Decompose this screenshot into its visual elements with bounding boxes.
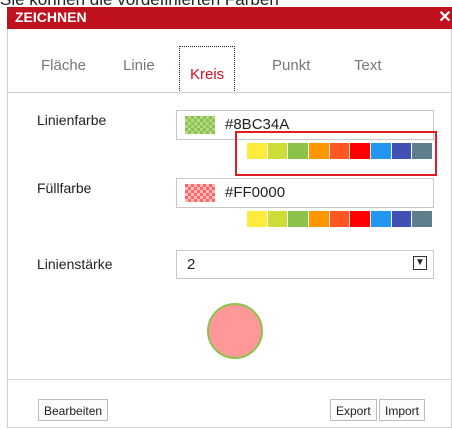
fill-color-value: #FF0000 xyxy=(225,184,286,201)
line-width-value: 2 xyxy=(187,256,196,273)
line-color-swatch[interactable] xyxy=(185,116,215,134)
palette-swatch[interactable] xyxy=(267,211,288,227)
palette-highlight xyxy=(235,131,437,176)
palette-swatch[interactable] xyxy=(412,211,433,227)
dialog-titlebar: ZEICHNEN ✕ xyxy=(7,7,452,29)
dialog-title: ZEICHNEN xyxy=(15,9,87,25)
tab-text[interactable]: Text xyxy=(354,57,382,74)
palette-swatch[interactable] xyxy=(309,211,329,227)
close-icon[interactable]: ✕ xyxy=(438,7,452,29)
tab-divider xyxy=(8,92,451,93)
palette-swatch[interactable] xyxy=(350,211,371,227)
import-button[interactable]: Import xyxy=(379,399,426,421)
palette-swatch[interactable] xyxy=(247,211,267,227)
drawing-panel: Fläche Linie Kreis Punkt Text Linienfarb… xyxy=(7,29,452,428)
line-width-label: Linienstärke xyxy=(37,256,113,272)
palette-swatch[interactable] xyxy=(329,211,350,227)
palette-swatch[interactable] xyxy=(391,211,412,227)
line-width-select[interactable]: 2 ▼ xyxy=(176,250,434,279)
edit-button[interactable]: Bearbeiten xyxy=(38,399,109,421)
tab-linie[interactable]: Linie xyxy=(123,57,155,74)
tab-kreis[interactable]: Kreis xyxy=(179,46,236,93)
tab-punkt[interactable]: Punkt xyxy=(272,57,310,74)
tab-flaeche[interactable]: Fläche xyxy=(41,57,86,74)
fill-color-palette xyxy=(247,211,433,227)
palette-swatch[interactable] xyxy=(371,211,391,227)
fill-color-label: Füllfarbe xyxy=(37,180,92,196)
chevron-down-icon[interactable]: ▼ xyxy=(413,256,427,270)
palette-swatch[interactable] xyxy=(288,211,309,227)
export-button[interactable]: Export xyxy=(330,399,377,421)
fill-color-swatch[interactable] xyxy=(185,184,215,202)
footer-divider xyxy=(8,379,451,380)
circle-preview xyxy=(207,303,263,359)
line-color-label: Linienfarbe xyxy=(37,112,107,128)
tab-bar: Fläche Linie Kreis Punkt Text xyxy=(8,29,451,99)
fill-color-field[interactable]: #FF0000 xyxy=(176,178,434,208)
